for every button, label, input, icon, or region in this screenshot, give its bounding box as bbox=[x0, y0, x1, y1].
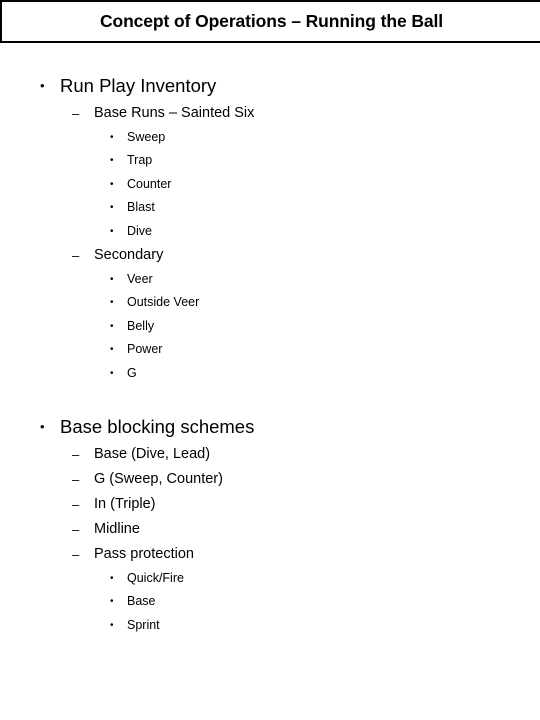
page-title: Concept of Operations – Running the Ball bbox=[99, 10, 444, 31]
list-item: • Power bbox=[0, 338, 540, 361]
outline-heading-level2: G (Sweep, Counter) bbox=[94, 470, 223, 487]
outline-item-level3: Quick/Fire bbox=[127, 570, 184, 585]
outline-heading-level1: Run Play Inventory bbox=[60, 75, 217, 96]
dash-icon: – bbox=[72, 496, 80, 512]
dash-icon: – bbox=[72, 106, 80, 121]
list-item: • Quick/Fire bbox=[0, 567, 540, 590]
list-item: – Pass protection bbox=[0, 542, 540, 567]
list-item: • Veer bbox=[0, 268, 540, 291]
list-item: – G (Sweep, Counter) bbox=[0, 467, 540, 492]
slide-body: • Run Play Inventory – Base Runs – Saint… bbox=[0, 43, 540, 720]
bullet-icon: • bbox=[110, 202, 114, 214]
dash-icon: – bbox=[72, 446, 80, 462]
outline-item-level3: G bbox=[127, 365, 137, 380]
list-item: – Base (Dive, Lead) bbox=[0, 442, 540, 467]
list-item: • Base blocking schemes bbox=[0, 412, 540, 442]
outline-heading-level2: In (Triple) bbox=[94, 495, 156, 512]
bullet-icon: • bbox=[110, 619, 114, 631]
list-item: • Sprint bbox=[0, 614, 540, 637]
bullet-icon: • bbox=[110, 132, 114, 143]
slide: Concept of Operations – Running the Ball… bbox=[0, 0, 540, 720]
outline-item-level3: Sweep bbox=[127, 130, 166, 144]
list-item: • G bbox=[0, 362, 540, 385]
bullet-icon: • bbox=[110, 367, 114, 379]
dash-icon: – bbox=[72, 546, 80, 562]
list-item: – Base Runs – Sainted Six bbox=[0, 101, 540, 126]
list-item: – Secondary bbox=[0, 243, 540, 268]
outline-item-level3: Power bbox=[127, 342, 163, 357]
list-item: • Trap bbox=[0, 149, 540, 172]
bullet-icon: • bbox=[40, 418, 45, 434]
dash-icon: – bbox=[72, 521, 80, 537]
outline-heading-level2: Midline bbox=[94, 520, 140, 537]
dash-icon: – bbox=[72, 247, 80, 263]
list-item: • Belly bbox=[0, 315, 540, 338]
outline-item-level3: Blast bbox=[127, 200, 155, 215]
dash-icon: – bbox=[72, 471, 80, 487]
list-item: • Run Play Inventory bbox=[0, 71, 540, 101]
outline-item-level3: Trap bbox=[127, 153, 153, 168]
outline-heading-level2: Base Runs – Sainted Six bbox=[94, 105, 255, 121]
outline-heading-level2: Secondary bbox=[94, 246, 164, 263]
bullet-icon: • bbox=[40, 78, 45, 93]
list-item: • Dive bbox=[0, 220, 540, 243]
list-item: • Outside Veer bbox=[0, 291, 540, 314]
list-item: • Base bbox=[0, 590, 540, 613]
outline-item-level3: Counter bbox=[127, 176, 172, 191]
outline-item-level3: Belly bbox=[127, 318, 155, 333]
outline-heading-level2: Pass protection bbox=[94, 545, 194, 562]
list-item: • Blast bbox=[0, 196, 540, 219]
outline-heading-level1: Base blocking schemes bbox=[60, 415, 255, 437]
bullet-icon: • bbox=[110, 273, 114, 285]
bullet-icon: • bbox=[110, 297, 114, 309]
bullet-icon: • bbox=[110, 572, 114, 584]
list-item: • Sweep bbox=[0, 126, 540, 149]
outline-heading-level2: Base (Dive, Lead) bbox=[94, 445, 211, 462]
bullet-icon: • bbox=[110, 320, 114, 332]
outline-list: • Run Play Inventory – Base Runs – Saint… bbox=[0, 71, 540, 637]
bullet-icon: • bbox=[110, 344, 114, 356]
slide-title-bar: Concept of Operations – Running the Ball bbox=[0, 0, 540, 43]
list-item: – In (Triple) bbox=[0, 492, 540, 517]
outline-item-level3: Outside Veer bbox=[127, 295, 200, 310]
bullet-icon: • bbox=[110, 225, 114, 237]
list-item: • Counter bbox=[0, 173, 540, 196]
bullet-icon: • bbox=[110, 155, 114, 167]
outline-item-level3: Dive bbox=[127, 223, 153, 238]
outline-item-level3: Base bbox=[127, 594, 156, 609]
list-item: – Midline bbox=[0, 517, 540, 542]
outline-item-level3: Veer bbox=[127, 271, 153, 286]
outline-item-level3: Sprint bbox=[127, 617, 160, 632]
bullet-icon: • bbox=[110, 178, 114, 190]
bullet-icon: • bbox=[110, 596, 114, 608]
outline-group-spacer bbox=[0, 385, 540, 412]
